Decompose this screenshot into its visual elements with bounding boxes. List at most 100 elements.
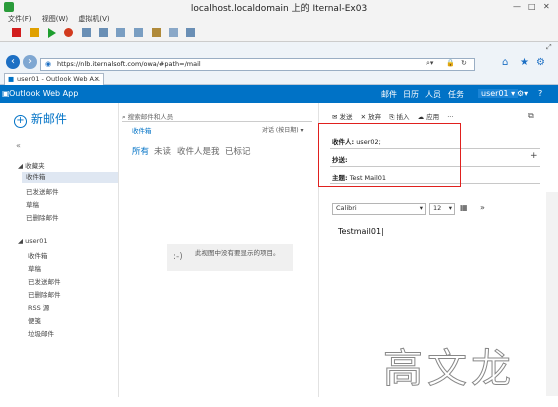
lock-icon: 🔒 — [446, 59, 455, 67]
resize-icon[interactable]: ⤢ — [546, 43, 552, 52]
scrollbar[interactable] — [546, 192, 558, 396]
snapshot-icon[interactable] — [82, 28, 91, 37]
home-icon[interactable]: ⌂ — [502, 57, 508, 68]
favorite-inbox[interactable]: 收件箱 — [22, 172, 118, 183]
nav-calendar[interactable]: 日历 — [403, 89, 419, 100]
menu-view[interactable]: 视图(W) — [42, 15, 68, 23]
search-box[interactable]: ⌕ 搜索邮件和人员 — [122, 111, 312, 122]
folder-sent[interactable]: 已发送邮件 — [28, 276, 61, 286]
popout-icon[interactable]: ⧉ — [528, 111, 534, 121]
discard-label: 放弃 — [368, 113, 382, 121]
user-menu[interactable]: user01 ▾ — [478, 89, 519, 98]
tools-gear-icon[interactable]: ⚙ — [536, 57, 545, 68]
vm-window-title: localhost.localdomain 上的 Iternal-Ex03 — [190, 4, 368, 14]
stop-icon[interactable] — [12, 28, 21, 37]
maximize-icon[interactable]: □ — [528, 2, 536, 11]
settings-gear-icon[interactable]: ⚙▾ — [517, 89, 528, 98]
pause-icon[interactable] — [30, 28, 39, 37]
folder-deleted[interactable]: 已删除邮件 — [28, 289, 61, 299]
owa-brand: Outlook Web App — [9, 89, 79, 98]
tab-title: user01 - Outlook Web A... — [17, 75, 101, 83]
search-icon: ⌕ — [122, 113, 126, 121]
favorite-drafts[interactable]: 草稿 — [26, 199, 39, 209]
send-label: 发送 — [339, 113, 353, 121]
folder-inbox[interactable]: 收件箱 — [28, 250, 48, 260]
favorites-label: 收藏夹 — [25, 162, 45, 170]
apps-button[interactable]: ☁ 应用 — [418, 113, 440, 121]
play-icon[interactable] — [48, 28, 56, 38]
refresh-icon[interactable]: ↻ — [461, 59, 467, 67]
font-name: Calibri — [336, 204, 357, 212]
revert-icon[interactable] — [99, 28, 108, 37]
back-icon[interactable]: ‹ — [6, 55, 20, 69]
tools-icon[interactable] — [152, 28, 161, 37]
send-icon: ✉ — [332, 113, 338, 121]
manage-icon[interactable] — [116, 28, 125, 37]
vm-titlebar: localhost.localdomain 上的 Iternal-Ex03 — … — [0, 0, 558, 15]
plus-circle-icon: + — [14, 115, 27, 128]
add-recipient-icon[interactable]: + — [530, 151, 538, 161]
more-icon[interactable]: ··· — [447, 113, 453, 121]
favorites-icon[interactable]: ★ — [520, 57, 529, 68]
empty-list-message: :-) 此视图中没有要显示的项目。 — [167, 244, 293, 271]
close-icon[interactable]: ✕ — [543, 2, 550, 11]
folder-title: 收件箱 — [132, 127, 152, 135]
address-bar[interactable]: ◉ https://nlb.iternalsoft.com/owa/#path=… — [40, 58, 475, 71]
mailbox-header[interactable]: ◢ user01 — [18, 237, 48, 245]
search-placeholder: 搜索邮件和人员 — [127, 113, 174, 121]
menu-vm[interactable]: 虚拟机(V) — [78, 15, 109, 23]
attach-icon: ⎘ — [389, 113, 395, 121]
empty-text: 此视图中没有要显示的项目。 — [195, 249, 280, 257]
folder-pane-divider — [118, 103, 119, 397]
search-dropdown-icon[interactable]: ⌕▾ — [426, 59, 433, 68]
expand-toolbar-icon[interactable]: » — [480, 203, 485, 212]
new-mail-button[interactable]: + 新邮件 — [14, 110, 67, 128]
settings-icon[interactable] — [134, 28, 143, 37]
folder-notes[interactable]: 便笺 — [28, 315, 41, 325]
folder-drafts[interactable]: 草稿 — [28, 263, 41, 273]
owa-tab-icon: ■ — [8, 75, 15, 83]
console-icon[interactable] — [169, 28, 178, 37]
insert-button[interactable]: ⎘ 插入 — [389, 113, 409, 121]
folder-rss[interactable]: RSS 源 — [28, 302, 49, 312]
nav-mail[interactable]: 邮件 — [381, 89, 397, 100]
highlight-box — [318, 123, 461, 187]
font-size-select[interactable]: 12 ▾ — [429, 203, 455, 215]
format-options-icon[interactable]: ▦ — [460, 203, 468, 212]
minimize-icon[interactable]: — — [513, 2, 521, 11]
discard-button[interactable]: ✕ 放弃 — [361, 113, 382, 121]
menu-file[interactable]: 文件(F) — [8, 15, 32, 23]
collapse-pane-icon[interactable]: « — [16, 141, 21, 150]
sort-dropdown[interactable]: 对话 (按日期) ▾ — [262, 125, 304, 134]
tab-close-icon[interactable]: ✕ — [94, 75, 99, 83]
empty-smiley: :-) — [173, 252, 183, 262]
font-size-value: 12 — [433, 204, 442, 212]
forward-icon[interactable]: › — [23, 55, 37, 69]
message-body[interactable]: Testmail01| — [338, 227, 384, 236]
filter-to-me[interactable]: 收件人是我 — [177, 145, 220, 157]
font-dropdown-icon: ▾ — [419, 204, 423, 212]
filter-all[interactable]: 所有 — [132, 145, 149, 157]
nav-tasks[interactable]: 任务 — [448, 89, 464, 100]
mailbox-label: user01 — [25, 237, 48, 245]
owa-header: ▣ Outlook Web App 邮件 日历 人员 任务 user01 ▾ ⚙… — [0, 85, 558, 103]
font-select[interactable]: Calibri ▾ — [332, 203, 426, 215]
favorites-header[interactable]: ◢ 收藏夹 — [18, 160, 45, 170]
insert-label: 插入 — [396, 113, 410, 121]
page-icon: ◉ — [45, 60, 52, 68]
nav-people[interactable]: 人员 — [425, 89, 441, 100]
favorite-deleted[interactable]: 已删除邮件 — [26, 212, 59, 222]
filter-unread[interactable]: 未读 — [154, 145, 171, 157]
reset-icon[interactable] — [64, 28, 73, 37]
url-text: https://nlb.iternalsoft.com/owa/#path=/m… — [57, 60, 201, 68]
vm-menubar: 文件(F) 视图(W) 虚拟机(V) — [0, 14, 558, 25]
send-button[interactable]: ✉ 发送 — [332, 113, 353, 121]
discard-icon: ✕ — [360, 113, 367, 121]
browser-tab[interactable]: ■ user01 - Outlook Web A... ✕ — [4, 73, 104, 85]
fullscreen-icon[interactable] — [186, 28, 195, 37]
compose-toolbar: ✉ 发送 ✕ 放弃 ⎘ 插入 ☁ 应用 ··· — [332, 111, 453, 122]
filter-flagged[interactable]: 已标记 — [225, 145, 251, 157]
favorite-sent[interactable]: 已发送邮件 — [26, 186, 59, 196]
folder-junk[interactable]: 垃圾邮件 — [28, 328, 54, 338]
help-icon[interactable]: ? — [538, 89, 542, 98]
